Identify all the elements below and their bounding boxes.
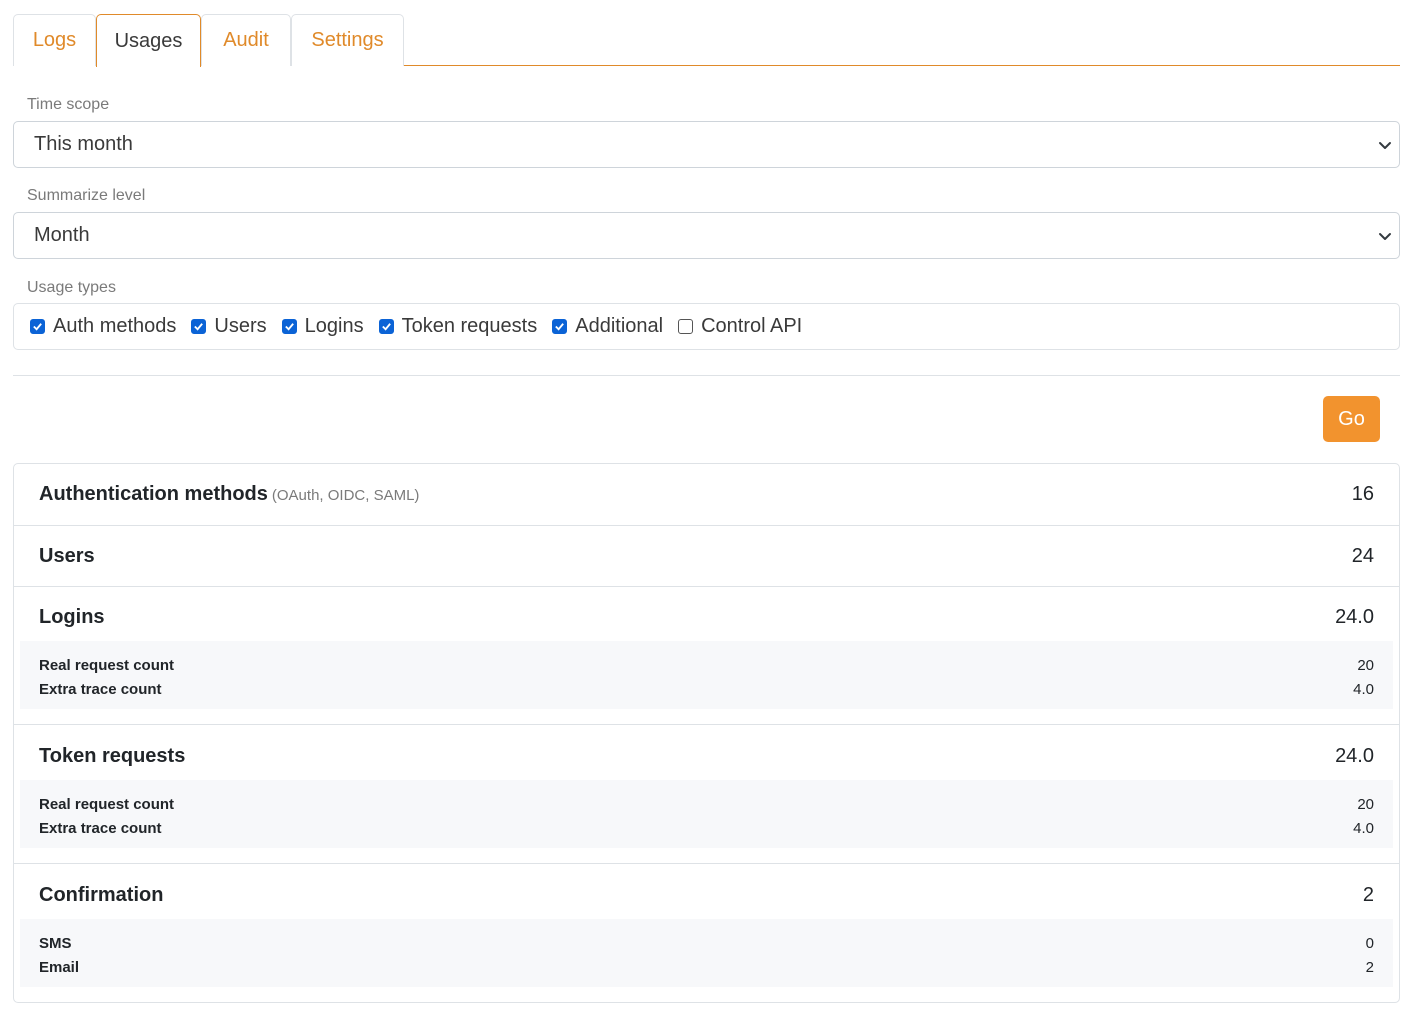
tab-usages[interactable]: Usages bbox=[96, 14, 201, 67]
result-title: Logins bbox=[39, 606, 105, 628]
detail-line: Email 2 bbox=[39, 955, 1374, 979]
row-separator bbox=[14, 863, 1399, 864]
detail-label: Extra trace count bbox=[39, 680, 162, 698]
result-row-auth-methods: Authentication methods (OAuth, OIDC, SAML… bbox=[14, 464, 1399, 525]
detail-label: Real request count bbox=[39, 656, 175, 674]
usage-types-label: Usage types bbox=[27, 279, 116, 296]
detail-line: Real request count 20 bbox=[39, 792, 1374, 816]
result-title: Token requests bbox=[39, 745, 186, 767]
checkbox-label: Users bbox=[214, 315, 267, 337]
detail-value: 0 bbox=[1365, 934, 1374, 952]
checkbox-label: Logins bbox=[304, 315, 364, 337]
checkbox-token-requests[interactable]: Token requests bbox=[378, 315, 538, 338]
result-details-logins: Real request count 20 Extra trace count … bbox=[20, 641, 1393, 709]
detail-line: Extra trace count 4.0 bbox=[39, 816, 1374, 840]
result-value: 24 bbox=[1351, 545, 1374, 567]
detail-value: 20 bbox=[1357, 795, 1374, 813]
checkbox-users[interactable]: Users bbox=[191, 315, 267, 338]
chevron-down-icon bbox=[1379, 232, 1391, 240]
detail-line: Real request count 20 bbox=[39, 653, 1374, 677]
checkbox-additional[interactable]: Additional bbox=[552, 315, 663, 338]
tab-settings[interactable]: Settings bbox=[291, 14, 404, 66]
chevron-down-icon bbox=[1379, 141, 1391, 149]
checkbox-label: Token requests bbox=[401, 315, 538, 337]
checkbox-label: Auth methods bbox=[53, 315, 177, 337]
result-title: Users bbox=[39, 545, 95, 567]
tab-bar: Logs Usages Audit Settings bbox=[13, 14, 1400, 67]
result-row-logins: Logins 24.0 bbox=[14, 587, 1399, 648]
time-scope-select[interactable]: This month bbox=[13, 121, 1400, 168]
result-value: 24.0 bbox=[1335, 606, 1374, 628]
detail-value: 2 bbox=[1365, 958, 1374, 976]
detail-label: Real request count bbox=[39, 795, 175, 813]
usage-results: Authentication methods (OAuth, OIDC, SAML… bbox=[13, 463, 1400, 1003]
detail-line: SMS 0 bbox=[39, 931, 1374, 955]
detail-line: Extra trace count 4.0 bbox=[39, 677, 1374, 701]
summarize-level-value: Month bbox=[34, 224, 90, 246]
tab-audit[interactable]: Audit bbox=[201, 14, 291, 66]
detail-label: SMS bbox=[39, 934, 72, 952]
summarize-level-label: Summarize level bbox=[27, 187, 146, 204]
detail-label: Email bbox=[39, 958, 80, 976]
detail-label: Extra trace count bbox=[39, 819, 162, 837]
checkbox-control-api[interactable]: Control API bbox=[678, 315, 802, 338]
tab-logs[interactable]: Logs bbox=[13, 14, 96, 66]
checkbox-checked-icon[interactable] bbox=[552, 319, 568, 334]
checkbox-checked-icon[interactable] bbox=[30, 319, 45, 334]
result-value: 24.0 bbox=[1335, 745, 1374, 767]
detail-value: 4.0 bbox=[1353, 819, 1374, 837]
summarize-level-select[interactable]: Month bbox=[13, 212, 1400, 259]
result-details-confirmation: SMS 0 Email 2 bbox=[20, 919, 1393, 987]
result-title: Confirmation bbox=[39, 884, 164, 906]
result-row-users: Users 24 bbox=[14, 526, 1399, 587]
checkbox-label: Additional bbox=[575, 315, 664, 337]
time-scope-label: Time scope bbox=[27, 96, 110, 113]
result-title-text: Authentication methods bbox=[39, 483, 268, 505]
checkbox-auth-methods[interactable]: Auth methods bbox=[30, 315, 176, 338]
result-value: 16 bbox=[1351, 483, 1374, 505]
detail-value: 20 bbox=[1357, 656, 1374, 674]
result-details-token-requests: Real request count 20 Extra trace count … bbox=[20, 780, 1393, 848]
usage-types-group: Auth methods Users Logins Token requests… bbox=[13, 303, 1400, 350]
result-value: 2 bbox=[1362, 884, 1374, 906]
time-scope-value: This month bbox=[34, 133, 133, 155]
checkbox-label: Control API bbox=[701, 315, 803, 337]
checkbox-logins[interactable]: Logins bbox=[281, 315, 364, 338]
result-title: Authentication methods (OAuth, OIDC, SAML… bbox=[39, 483, 419, 506]
result-subtitle: (OAuth, OIDC, SAML) bbox=[271, 487, 420, 504]
result-row-confirmation: Confirmation 2 bbox=[14, 865, 1399, 926]
checkbox-checked-icon[interactable] bbox=[378, 319, 394, 334]
row-separator bbox=[14, 724, 1399, 725]
divider bbox=[13, 375, 1400, 376]
checkbox-unchecked-icon[interactable] bbox=[678, 319, 694, 334]
result-row-token-requests: Token requests 24.0 bbox=[14, 726, 1399, 787]
checkbox-checked-icon[interactable] bbox=[191, 319, 207, 334]
detail-value: 4.0 bbox=[1353, 680, 1374, 698]
checkbox-checked-icon[interactable] bbox=[281, 319, 297, 334]
go-button[interactable]: Go bbox=[1323, 396, 1380, 442]
